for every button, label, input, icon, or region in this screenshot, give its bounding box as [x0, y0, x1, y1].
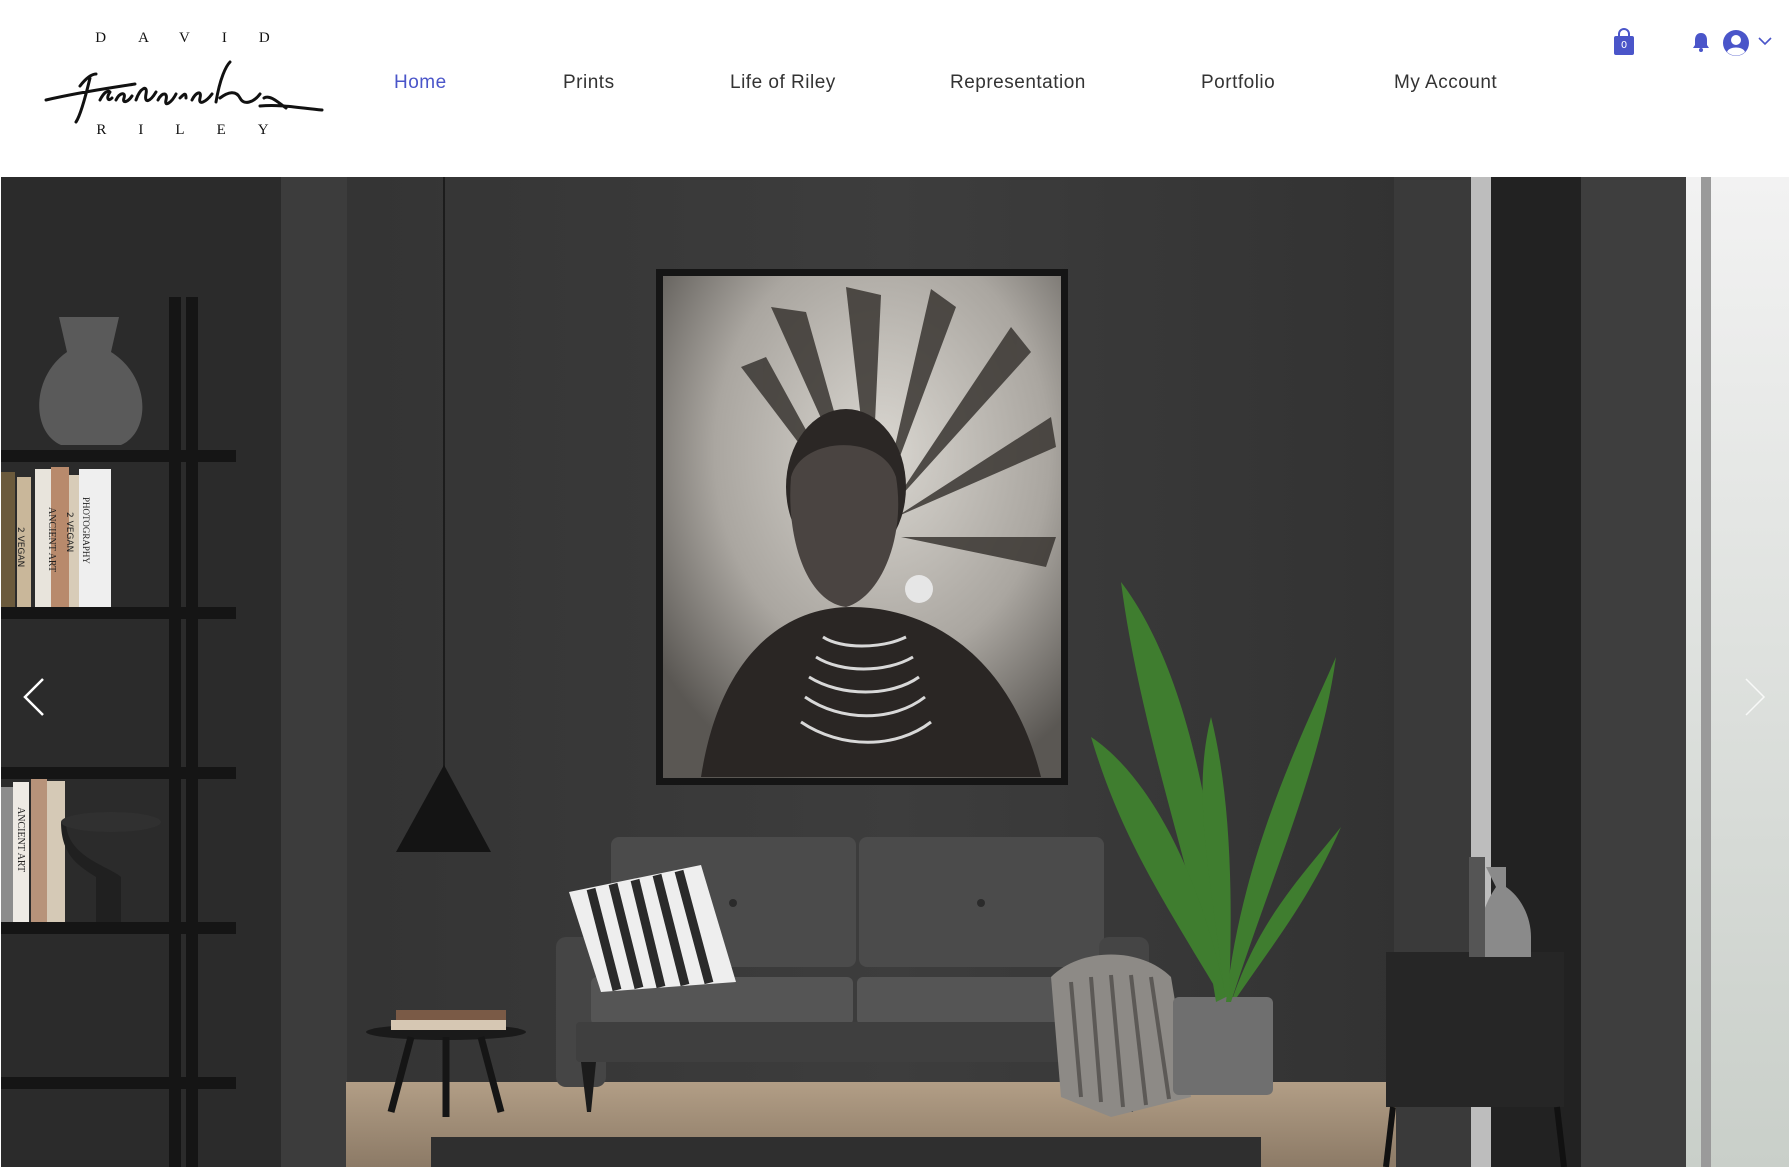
book-spine-text: ANCIENT ART — [46, 507, 57, 572]
user-avatar-icon[interactable] — [1722, 29, 1750, 57]
nav-life-of-riley[interactable]: Life of Riley — [730, 72, 836, 94]
hero-slideshow: 2 VEGAN ANCIENT ART 2 VEGAN PHOTOGRAPHY … — [1, 177, 1789, 1167]
nav-prints[interactable]: Prints — [563, 72, 615, 94]
cart-button[interactable]: 0 — [1612, 28, 1636, 56]
bell-icon[interactable] — [1692, 32, 1710, 52]
slideshow-next-button[interactable] — [1736, 657, 1776, 737]
slideshow-prev-button[interactable] — [13, 657, 53, 737]
chevron-right-icon — [1745, 678, 1766, 716]
logo-signature — [44, 60, 324, 124]
book-spine-text: 2 VEGAN — [15, 527, 25, 567]
site-logo[interactable]: DAVID RILEY — [40, 28, 325, 146]
nav-portfolio[interactable]: Portfolio — [1201, 72, 1275, 94]
book-spine-text: 2 VEGAN — [64, 512, 74, 552]
logo-top-text: DAVID — [95, 30, 302, 46]
hero-image: 2 VEGAN ANCIENT ART 2 VEGAN PHOTOGRAPHY … — [1, 177, 1789, 1167]
logo-bottom-text: RILEY — [96, 122, 301, 138]
book-spine-text: ANCIENT ART — [15, 807, 26, 872]
nav-my-account[interactable]: My Account — [1394, 72, 1497, 94]
site-header: DAVID RILEY Home Prints Life of Riley Re… — [0, 0, 1790, 177]
chevron-left-icon — [23, 678, 44, 716]
book-spine-text: PHOTOGRAPHY — [81, 497, 91, 564]
nav-representation[interactable]: Representation — [950, 72, 1086, 94]
nav-home[interactable]: Home — [394, 72, 447, 94]
chevron-down-icon[interactable] — [1758, 36, 1772, 46]
cart-count: 0 — [1620, 40, 1628, 51]
